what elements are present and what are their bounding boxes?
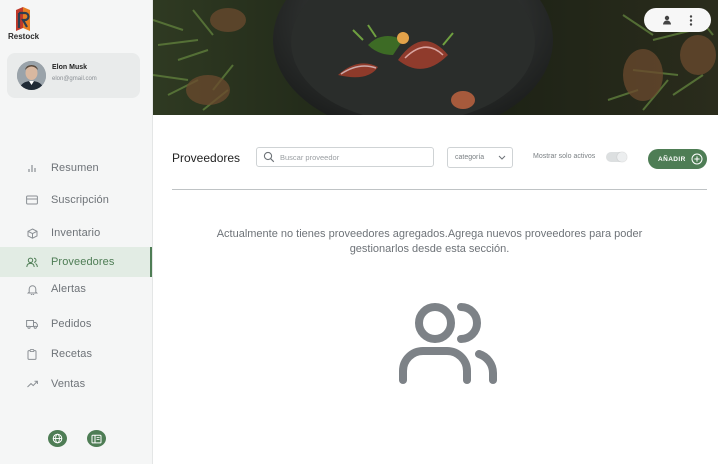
toolbar-divider — [172, 189, 707, 190]
sidebar-footer — [48, 430, 106, 447]
search-icon — [263, 151, 275, 163]
user-card[interactable]: Elon Musk elon@gmail.com — [7, 53, 140, 98]
sidebar-item-suscripcion[interactable]: Suscripción — [0, 186, 152, 214]
sidebar-item-inventario[interactable]: Inventario — [0, 219, 152, 247]
header-banner-image — [153, 0, 718, 115]
box-icon — [26, 227, 38, 239]
truck-icon — [26, 318, 38, 330]
users-icon — [399, 303, 497, 384]
bar-chart-icon — [26, 162, 38, 174]
guide-button[interactable] — [87, 430, 106, 447]
chevron-down-icon — [498, 155, 506, 160]
sidebar-item-pedidos[interactable]: Pedidos — [0, 310, 152, 338]
plus-circle-icon — [691, 153, 703, 165]
logo-icon — [16, 7, 30, 31]
suppliers-toolbar: Proveedores categoría Mostrar solo activ… — [153, 115, 718, 190]
users-icon — [26, 256, 38, 268]
sidebar-item-label: Recetas — [51, 348, 93, 360]
active-filter-label: Mostrar solo activos — [533, 153, 596, 160]
sidebar-item-label: Ventas — [51, 378, 86, 390]
more-vertical-icon — [689, 14, 692, 26]
user-icon — [663, 15, 672, 25]
sidebar: Restock Elon Musk elon@gmail.com Resumen… — [0, 0, 153, 464]
sidebar-item-label: Pedidos — [51, 318, 92, 330]
toggle-knob — [617, 152, 627, 162]
active-only-toggle[interactable] — [606, 152, 627, 162]
food-photo — [153, 0, 718, 115]
search-field[interactable] — [256, 147, 434, 167]
trend-up-icon — [26, 378, 38, 390]
user-name: Elon Musk — [52, 64, 88, 71]
language-button[interactable] — [48, 430, 67, 447]
credit-card-icon — [26, 194, 38, 206]
globe-icon — [52, 433, 63, 444]
sidebar-item-alertas[interactable]: Alertas — [0, 275, 152, 303]
sidebar-item-ventas[interactable]: Ventas — [0, 370, 152, 398]
add-button-label: AÑADIR — [658, 155, 686, 163]
user-email: elon@gmail.com — [52, 76, 97, 82]
sidebar-item-resumen[interactable]: Resumen — [0, 154, 152, 182]
sidebar-item-recetas[interactable]: Recetas — [0, 340, 152, 368]
account-menu[interactable] — [644, 8, 711, 32]
empty-state-message: Actualmente no tienes proveedores agrega… — [216, 228, 643, 255]
category-select[interactable]: categoría — [447, 147, 513, 168]
logo-text: Restock — [8, 32, 40, 41]
avatar — [17, 61, 46, 90]
add-supplier-button[interactable]: AÑADIR — [648, 149, 707, 169]
sidebar-item-label: Resumen — [51, 162, 99, 174]
main-content: Proveedores categoría Mostrar solo activ… — [153, 115, 718, 464]
app-logo[interactable]: Restock — [8, 7, 48, 41]
category-select-value: categoría — [455, 154, 485, 161]
sidebar-item-label: Alertas — [51, 283, 86, 295]
sidebar-item-proveedores[interactable]: Proveedores — [0, 247, 152, 277]
sidebar-item-label: Suscripción — [51, 194, 109, 206]
sidebar-item-label: Proveedores — [51, 256, 115, 268]
search-input[interactable] — [280, 152, 430, 162]
bell-icon — [26, 283, 38, 295]
page-title: Proveedores — [172, 151, 241, 165]
sidebar-item-label: Inventario — [51, 227, 101, 239]
book-icon — [91, 434, 102, 443]
clipboard-icon — [26, 348, 38, 360]
